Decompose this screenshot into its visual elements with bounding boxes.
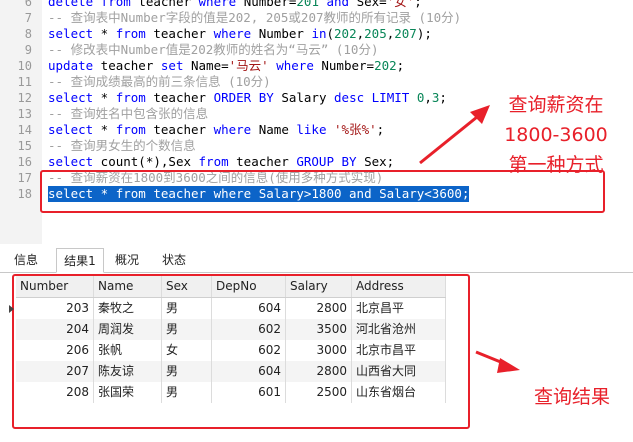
column-header[interactable]: DepNo (212, 276, 286, 297)
column-header[interactable]: Salary (286, 276, 352, 297)
column-header[interactable]: Name (94, 276, 162, 297)
table-row[interactable]: 203 秦牧之男 604 2800 北京昌平 (16, 298, 446, 319)
table-cell[interactable]: 602 (212, 319, 286, 340)
tab-0[interactable]: 信息 (4, 248, 48, 272)
table-row[interactable]: 208 张国荣男 601 2500 山东省烟台 (16, 382, 446, 403)
table-cell[interactable]: 2800 (286, 361, 352, 382)
table-cell[interactable]: 陈友谅 (94, 361, 162, 382)
table-row[interactable]: 206 张帆女 602 3000 北京市昌平 (16, 340, 446, 361)
query-note: 查询薪资在 1800-3600 第一种方式 (504, 94, 608, 176)
table-cell[interactable]: 207 (16, 361, 94, 382)
table-cell[interactable]: 北京市昌平 (352, 340, 446, 361)
table-header: Number Name Sex DepNo Salary Address (16, 276, 446, 298)
table-cell[interactable]: 男 (162, 361, 212, 382)
table-cell[interactable]: 张帆 (94, 340, 162, 361)
table-cell[interactable]: 男 (162, 382, 212, 403)
tab-1[interactable]: 结果1 (56, 248, 104, 273)
table-cell[interactable]: 河北省沧州 (352, 319, 446, 340)
table-cell[interactable]: 206 (16, 340, 94, 361)
table-cell[interactable]: 203 (16, 298, 94, 319)
column-header[interactable]: Sex (162, 276, 212, 297)
column-header[interactable]: Address (352, 276, 446, 297)
table-cell[interactable]: 男 (162, 319, 212, 340)
tab-3[interactable]: 状态 (152, 248, 196, 272)
table-cell[interactable]: 601 (212, 382, 286, 403)
column-header[interactable]: Number (16, 276, 94, 297)
table-cell[interactable]: 女 (162, 340, 212, 361)
table-cell[interactable]: 3000 (286, 340, 352, 361)
table-cell[interactable]: 山东省烟台 (352, 382, 446, 403)
table-cell[interactable]: 2500 (286, 382, 352, 403)
table-cell[interactable]: 男 (162, 298, 212, 319)
tab-2[interactable]: 概况 (104, 248, 150, 272)
table-cell[interactable]: 北京昌平 (352, 298, 446, 319)
table-cell[interactable]: 604 (212, 361, 286, 382)
table-cell[interactable]: 3500 (286, 319, 352, 340)
table-cell[interactable]: 604 (212, 298, 286, 319)
current-row-marker-icon (9, 305, 14, 313)
table-cell[interactable]: 周润发 (94, 319, 162, 340)
table-cell[interactable]: 602 (212, 340, 286, 361)
table-row[interactable]: 204 周润发男 602 3500 河北省沧州 (16, 319, 446, 340)
table-cell[interactable]: 秦牧之 (94, 298, 162, 319)
results-note: 查询结果 (533, 386, 610, 408)
table-cell[interactable]: 208 (16, 382, 94, 403)
table-cell[interactable]: 204 (16, 319, 94, 340)
result-tabs: 信息 结果1 概况 状态 (0, 248, 633, 273)
table-cell[interactable]: 张国荣 (94, 382, 162, 403)
table-cell[interactable]: 山西省大同 (352, 361, 446, 382)
table-row[interactable]: 207 陈友谅男 604 2800 山西省大同 (16, 361, 446, 382)
table-cell[interactable]: 2800 (286, 298, 352, 319)
